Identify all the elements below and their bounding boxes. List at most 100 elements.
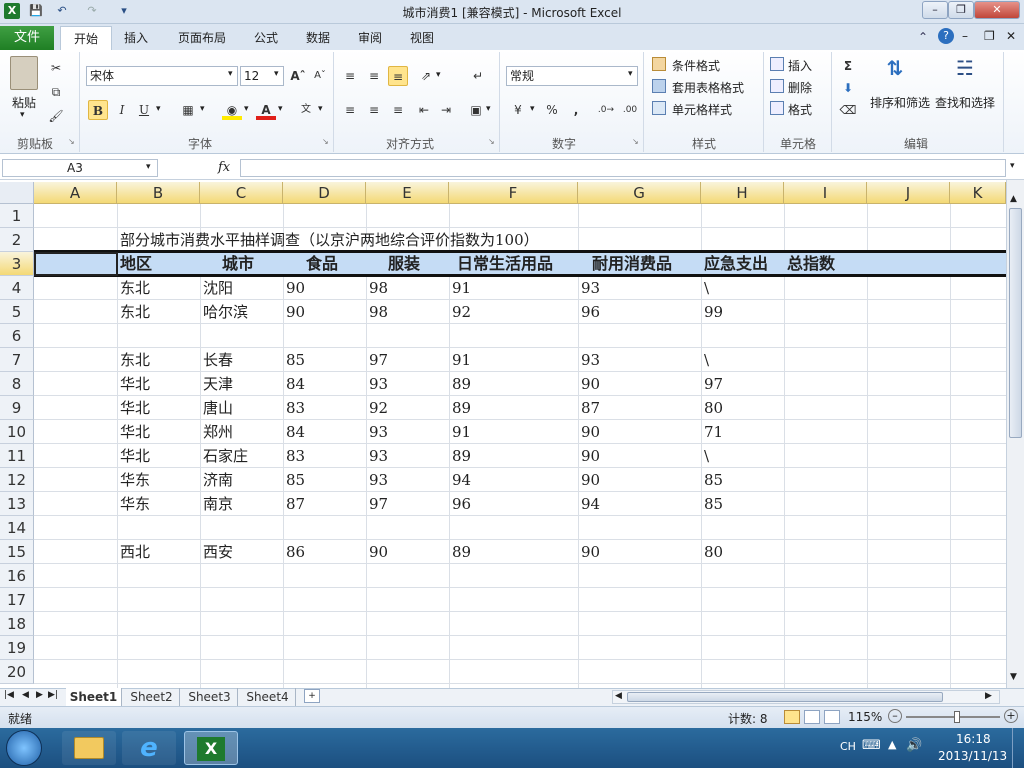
last-sheet-icon[interactable]: ▶| <box>48 690 58 700</box>
data-cell[interactable]: 华北 <box>120 372 150 396</box>
keyboard-icon[interactable]: ⌨ <box>862 738 881 753</box>
row-header-10[interactable]: 10 <box>0 420 34 444</box>
zoom-level[interactable]: 115% <box>848 710 882 724</box>
format-painter-icon[interactable]: 🖌 <box>46 106 66 126</box>
data-cell[interactable]: 华东 <box>120 492 150 516</box>
align-bottom-icon[interactable]: ≡ <box>388 66 408 86</box>
copy-icon[interactable]: ⧉ <box>46 82 66 102</box>
fill-color-dropdown-icon[interactable]: ▾ <box>244 104 249 114</box>
data-cell[interactable]: 96 <box>452 492 471 516</box>
column-header-k[interactable]: K <box>950 182 1006 204</box>
h-scroll-thumb[interactable] <box>627 692 943 702</box>
data-cell[interactable]: 华东 <box>120 468 150 492</box>
minimize-button[interactable]: – <box>922 1 948 19</box>
borders-dropdown-icon[interactable]: ▾ <box>200 104 205 114</box>
tab-file[interactable]: 文件 <box>0 26 54 50</box>
merge-center-icon[interactable]: ▣ <box>466 100 486 120</box>
font-name-input[interactable]: 宋体 <box>86 66 238 86</box>
page-layout-view-icon[interactable] <box>804 710 820 724</box>
data-cell[interactable]: 85 <box>704 492 723 516</box>
data-cell[interactable]: 94 <box>452 468 471 492</box>
data-cell[interactable]: 南京 <box>203 492 233 516</box>
column-header-g[interactable]: G <box>578 182 701 204</box>
orientation-dropdown-icon[interactable]: ▾ <box>436 70 441 80</box>
font-color-icon[interactable]: A <box>256 100 276 120</box>
align-middle-icon[interactable]: ≡ <box>364 66 384 86</box>
data-cell[interactable]: 90 <box>581 372 600 396</box>
row-header-13[interactable]: 13 <box>0 492 34 516</box>
sheet-tab-4[interactable]: Sheet4 <box>240 688 296 706</box>
header-cell[interactable]: 地区 <box>120 252 152 276</box>
tab-home[interactable]: 开始 <box>60 26 112 50</box>
workbook-restore-icon[interactable]: ❐ <box>984 29 995 43</box>
data-cell[interactable]: 80 <box>704 540 723 564</box>
data-cell[interactable]: 99 <box>704 300 723 324</box>
row-header-6[interactable]: 6 <box>0 324 34 348</box>
scroll-up-icon[interactable]: ▲ <box>1010 194 1017 204</box>
paste-icon[interactable] <box>10 56 38 90</box>
currency-dropdown-icon[interactable]: ▾ <box>530 104 535 114</box>
row-header-8[interactable]: 8 <box>0 372 34 396</box>
currency-format-icon[interactable]: ¥ <box>508 100 528 120</box>
borders-icon[interactable]: ▦ <box>178 100 198 120</box>
tab-view[interactable]: 视图 <box>402 26 442 50</box>
row-header-11[interactable]: 11 <box>0 444 34 468</box>
column-header-f[interactable]: F <box>449 182 578 204</box>
row-header-14[interactable]: 14 <box>0 516 34 540</box>
header-cell[interactable]: 服装 <box>388 252 420 276</box>
phonetic-guide-icon[interactable]: 文 <box>296 100 316 120</box>
data-cell[interactable]: 华北 <box>120 396 150 420</box>
data-cell[interactable]: 96 <box>581 300 600 324</box>
tab-review[interactable]: 审阅 <box>350 26 390 50</box>
select-all-corner[interactable] <box>0 182 34 204</box>
font-name-dropdown-icon[interactable]: ▾ <box>228 69 233 79</box>
data-cell[interactable]: 89 <box>452 396 471 420</box>
vertical-scrollbar[interactable]: ▲ ▼ <box>1006 180 1024 688</box>
zoom-in-icon[interactable]: + <box>1004 709 1018 723</box>
data-cell[interactable]: 90 <box>581 420 600 444</box>
data-cell[interactable]: 98 <box>369 276 388 300</box>
data-cell[interactable]: 97 <box>369 492 388 516</box>
data-cell[interactable]: 92 <box>369 396 388 420</box>
align-right-icon[interactable]: ≡ <box>388 100 408 120</box>
header-cell[interactable]: 食品 <box>306 252 338 276</box>
data-cell[interactable]: 哈尔滨 <box>203 300 248 324</box>
workbook-close-icon[interactable]: ✕ <box>1006 29 1016 43</box>
h-scroll-left-icon[interactable]: ◀ <box>615 691 622 701</box>
data-cell[interactable]: 84 <box>286 372 305 396</box>
header-cell[interactable]: 总指数 <box>787 252 835 276</box>
data-cell[interactable]: 天津 <box>203 372 233 396</box>
font-dialog-launcher-icon[interactable]: ↘ <box>322 137 329 146</box>
data-cell[interactable]: 郑州 <box>203 420 233 444</box>
align-top-icon[interactable]: ≡ <box>340 66 360 86</box>
wrap-text-icon[interactable]: ↵ <box>468 66 488 86</box>
column-header-j[interactable]: J <box>867 182 950 204</box>
data-cell[interactable]: 东北 <box>120 276 150 300</box>
restore-button[interactable]: ❐ <box>948 1 974 19</box>
close-button[interactable]: ✕ <box>974 1 1020 19</box>
data-cell[interactable]: 东北 <box>120 300 150 324</box>
tab-data[interactable]: 数据 <box>298 26 338 50</box>
data-cell[interactable]: 87 <box>581 396 600 420</box>
data-cell[interactable]: 97 <box>704 372 723 396</box>
data-cell[interactable]: 87 <box>286 492 305 516</box>
data-cell[interactable]: 98 <box>369 300 388 324</box>
merge-dropdown-icon[interactable]: ▾ <box>486 104 491 114</box>
autosum-icon[interactable]: Σ <box>838 56 858 76</box>
insert-function-icon[interactable]: fx <box>218 160 230 175</box>
data-cell[interactable]: 94 <box>581 492 600 516</box>
row-header-20[interactable]: 20 <box>0 660 34 684</box>
row-header-7[interactable]: 7 <box>0 348 34 372</box>
name-box-dropdown-icon[interactable]: ▾ <box>146 162 151 172</box>
row-header-4[interactable]: 4 <box>0 276 34 300</box>
row-header-3[interactable]: 3 <box>0 252 34 276</box>
row-header-16[interactable]: 16 <box>0 564 34 588</box>
data-cell[interactable]: 93 <box>369 468 388 492</box>
normal-view-icon[interactable] <box>784 710 800 724</box>
align-center-icon[interactable]: ≡ <box>364 100 384 120</box>
underline-icon[interactable]: U <box>134 100 154 120</box>
data-cell[interactable]: 92 <box>452 300 471 324</box>
show-desktop-button[interactable] <box>1012 728 1024 768</box>
clipboard-dialog-launcher-icon[interactable]: ↘ <box>68 137 75 146</box>
alignment-dialog-launcher-icon[interactable]: ↘ <box>488 137 495 146</box>
